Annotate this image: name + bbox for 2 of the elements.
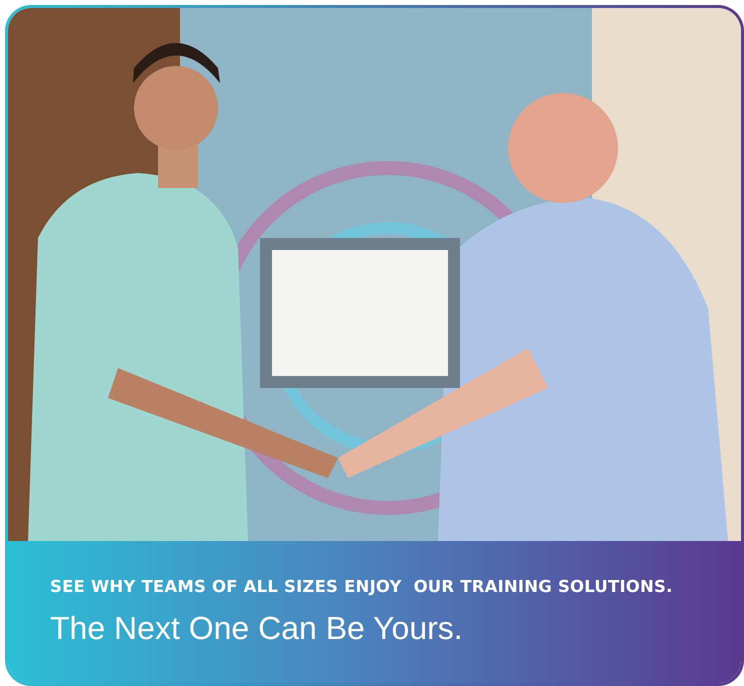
headline: The Next One Can Be Yours. — [50, 608, 464, 648]
tagline: SEE WHY TEAMS OF ALL SIZES ENJOY OUR TRAINING SOLUTIONS. — [50, 576, 674, 598]
